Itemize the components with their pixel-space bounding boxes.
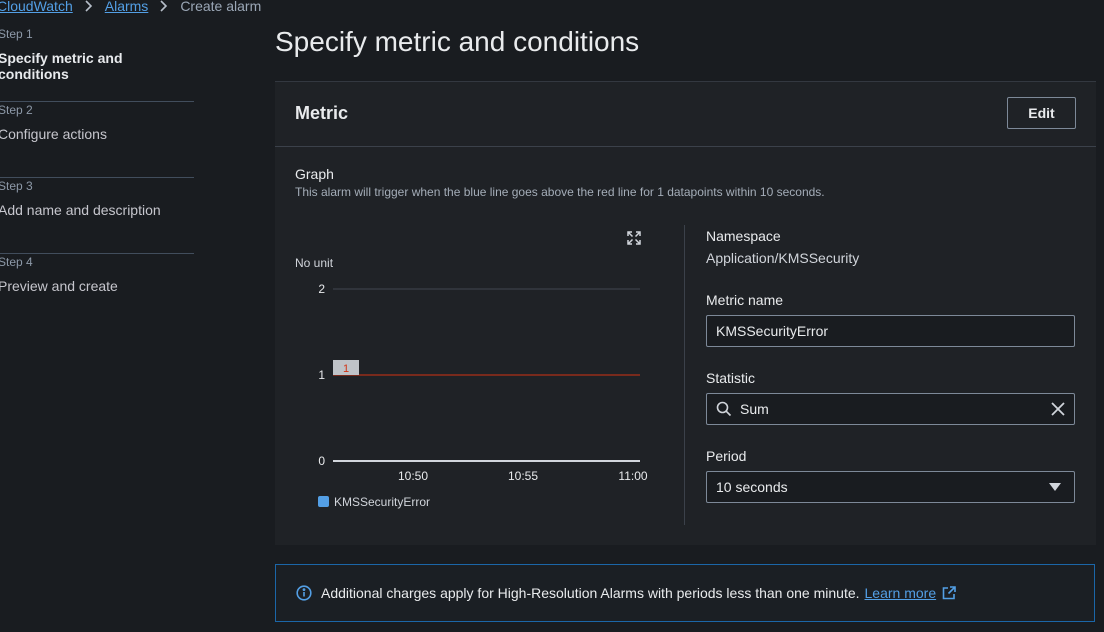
edit-button[interactable]: Edit xyxy=(1007,97,1076,129)
breadcrumb-cloudwatch-link[interactable]: CloudWatch xyxy=(0,0,73,14)
learn-more-link[interactable]: Learn more xyxy=(865,585,937,601)
info-icon xyxy=(296,585,312,601)
close-icon[interactable] xyxy=(1051,402,1065,416)
y-tick-label: 0 xyxy=(318,454,325,468)
period-select[interactable]: 10 seconds xyxy=(706,471,1075,503)
graph-description: This alarm will trigger when the blue li… xyxy=(295,185,825,199)
step-1: Step 1 Specify metric and conditions xyxy=(0,27,194,102)
x-tick-label: 10:50 xyxy=(398,469,428,483)
metric-chart: 0 1 2 1 10:50 10:55 11:00 KMSSecurityError xyxy=(318,282,648,509)
info-alert: Additional charges apply for High-Resolu… xyxy=(275,564,1095,622)
breadcrumb-alarms-link[interactable]: Alarms xyxy=(105,0,149,14)
step-title: Add name and description xyxy=(0,202,161,218)
column-divider xyxy=(684,225,685,525)
x-tick-label: 11:00 xyxy=(618,469,647,483)
step-4[interactable]: Step 4 Preview and create xyxy=(0,255,194,330)
metric-panel: Metric Edit Graph This alarm will trigge… xyxy=(275,81,1096,545)
step-3[interactable]: Step 3 Add name and description xyxy=(0,179,194,254)
external-link-icon[interactable] xyxy=(942,586,956,600)
y-tick-label: 2 xyxy=(318,282,325,296)
caret-down-icon xyxy=(1049,483,1061,491)
step-title: Specify metric and conditions xyxy=(0,50,123,82)
expand-icon[interactable] xyxy=(627,231,641,245)
alert-text: Additional charges apply for High-Resolu… xyxy=(321,585,860,601)
chevron-right-icon xyxy=(160,0,168,12)
step-label: Step 3 xyxy=(0,179,33,193)
breadcrumb-current: Create alarm xyxy=(180,0,262,14)
step-title: Preview and create xyxy=(0,278,118,294)
step-label: Step 1 xyxy=(0,27,33,41)
step-label: Step 4 xyxy=(0,255,33,269)
metric-name-label: Metric name xyxy=(706,292,784,308)
step-label: Step 2 xyxy=(0,103,33,117)
search-icon xyxy=(716,401,732,417)
metric-name-value: KMSSecurityError xyxy=(716,323,829,339)
namespace-value: Application/KMSSecurity xyxy=(706,250,860,266)
step-2[interactable]: Step 2 Configure actions xyxy=(0,103,194,178)
metric-panel-header: Metric Edit xyxy=(275,82,1096,147)
metric-panel-title: Metric xyxy=(295,103,349,123)
threshold-label: 1 xyxy=(343,363,349,375)
chevron-right-icon xyxy=(85,0,93,12)
page-title: Specify metric and conditions xyxy=(275,26,640,57)
statistic-field[interactable]: Sum xyxy=(706,393,1075,425)
statistic-value: Sum xyxy=(740,401,769,417)
statistic-label: Statistic xyxy=(706,370,756,386)
period-value: 10 seconds xyxy=(716,479,788,495)
breadcrumb: CloudWatch Alarms Create alarm xyxy=(0,0,261,16)
step-title: Configure actions xyxy=(0,126,107,142)
legend-swatch xyxy=(318,496,329,507)
wizard-steps: Step 1 Specify metric and conditions Ste… xyxy=(0,26,194,330)
period-label: Period xyxy=(706,448,747,464)
y-tick-label: 1 xyxy=(318,368,325,382)
graph-title: Graph xyxy=(295,166,334,182)
x-tick-label: 10:55 xyxy=(508,469,538,483)
namespace-label: Namespace xyxy=(706,228,781,244)
legend-label: KMSSecurityError xyxy=(334,495,430,509)
metric-name-field[interactable]: KMSSecurityError xyxy=(706,315,1075,347)
y-axis-unit-label: No unit xyxy=(295,256,334,270)
